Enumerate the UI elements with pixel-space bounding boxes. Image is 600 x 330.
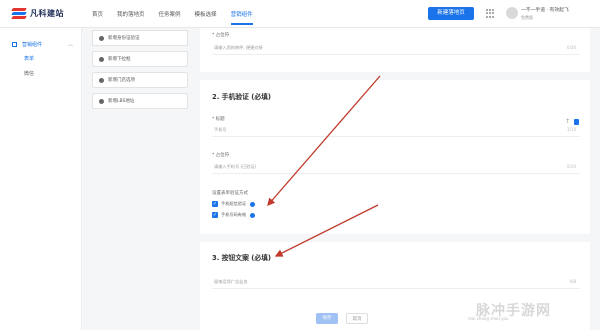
char-count: 3/10 <box>567 127 576 132</box>
component-label: 新增下拉框 <box>108 57 131 62</box>
location-icon <box>99 98 104 104</box>
component-icon <box>12 42 17 47</box>
user-name[interactable]: 一不一手道 · 有效起飞 <box>521 8 569 14</box>
phone-title-input[interactable]: 手机号 3/10 <box>212 124 580 137</box>
brand-logo[interactable]: 凡科建站 <box>11 8 64 19</box>
sidebar-group-marketing[interactable]: 营销组件 <box>12 41 42 48</box>
checkbox-label: 手机号码有效 <box>221 212 247 217</box>
top-navbar: 凡科建站 首页 我的落地页 任务案例 模板选择 营销组件 新建落地页 一不一手道… <box>0 0 600 28</box>
placeholder-label: * 占位符 <box>212 153 230 158</box>
dropdown-icon <box>99 56 104 62</box>
sidebar-item-form[interactable]: 表单 <box>24 55 34 62</box>
name-placeholder-input[interactable]: 请输入您的称呼, 便捷对接 0/20 <box>212 42 580 55</box>
checkbox-label: 手机短信验证 <box>221 201 247 206</box>
field-value: 手机号 <box>214 127 227 132</box>
sidebar: 营销组件 ︿ 表单 微信 <box>0 28 82 330</box>
nav-my-pages[interactable]: 我的落地页 <box>117 10 145 18</box>
checkbox-sms-verify[interactable]: ✓ 手机短信验证 <box>212 201 256 207</box>
section-title-button-copy: 3. 按钮文案 (必填) <box>212 254 272 262</box>
component-label: 新增身份证验证 <box>108 36 140 41</box>
section-divider <box>200 234 590 242</box>
component-dropdown[interactable]: 新增下拉框 <box>92 51 188 67</box>
user-icon <box>99 35 104 41</box>
form-editor: * 占位符 请输入您的称呼, 便捷对接 0/20 2. 手机验证 (必填) ↑ … <box>200 28 590 330</box>
main-nav: 首页 我的落地页 任务案例 模板选择 营销组件 <box>92 10 267 25</box>
nav-templates[interactable]: 模板选择 <box>195 10 217 18</box>
title-label: * 标题 <box>212 117 225 122</box>
watermark-subtext: mai chong shou you <box>468 316 509 321</box>
store-icon <box>99 77 104 83</box>
button-copy-input[interactable]: 留电话领广告业务 0/8 <box>212 276 580 289</box>
user-plan: 免费版 <box>521 15 533 20</box>
info-icon[interactable] <box>250 201 256 207</box>
section-title-phone: 2. 手机验证 (必填) <box>212 93 272 101</box>
field-value: 请输入您的称呼, 便捷对接 <box>214 45 263 50</box>
create-page-button[interactable]: 新建落地页 <box>428 7 474 20</box>
placeholder-label: * 占位符 <box>212 33 230 38</box>
phone-placeholder-input[interactable]: 请输入手机号 (已验证) 0/20 <box>212 161 580 174</box>
chevron-up-icon[interactable]: ︿ <box>68 41 73 48</box>
component-lbs[interactable]: 新增LBS地址 <box>92 93 188 109</box>
cancel-button[interactable]: 取消 <box>346 313 368 324</box>
sidebar-group-label: 营销组件 <box>22 42 43 48</box>
char-count: 0/8 <box>569 279 576 284</box>
char-count: 0/20 <box>567 45 576 50</box>
nav-cases[interactable]: 任务案例 <box>159 10 181 18</box>
logo-icon <box>11 8 27 19</box>
checkbox-checked-icon[interactable]: ✓ <box>212 201 218 207</box>
brand-name: 凡科建站 <box>30 9 64 18</box>
component-store[interactable]: 新增门店选项 <box>92 72 188 88</box>
field-value: 请输入手机号 (已验证) <box>214 164 257 169</box>
checkbox-checked-icon[interactable]: ✓ <box>212 212 218 218</box>
nav-marketing-components[interactable]: 营销组件 <box>230 10 253 25</box>
component-id-verify[interactable]: 新增身份证验证 <box>92 30 188 46</box>
component-label: 新增LBS地址 <box>108 99 135 104</box>
save-button[interactable]: 保存 <box>316 313 338 324</box>
avatar[interactable] <box>506 7 518 19</box>
nav-home[interactable]: 首页 <box>92 10 103 18</box>
apps-grid-icon[interactable] <box>486 9 495 18</box>
verify-method-label: 设置表单验证方式 <box>212 191 248 196</box>
sidebar-item-wechat[interactable]: 微信 <box>24 70 34 77</box>
field-value: 留电话领广告业务 <box>214 279 248 284</box>
char-count: 0/20 <box>567 164 576 169</box>
component-label: 新增门店选项 <box>108 78 135 83</box>
checkbox-phone-valid[interactable]: ✓ 手机号码有效 <box>212 212 256 218</box>
info-icon[interactable] <box>250 212 256 218</box>
section-divider <box>200 72 590 80</box>
component-list: 新增身份证验证 新增下拉框 新增门店选项 新增LBS地址 <box>92 30 188 114</box>
